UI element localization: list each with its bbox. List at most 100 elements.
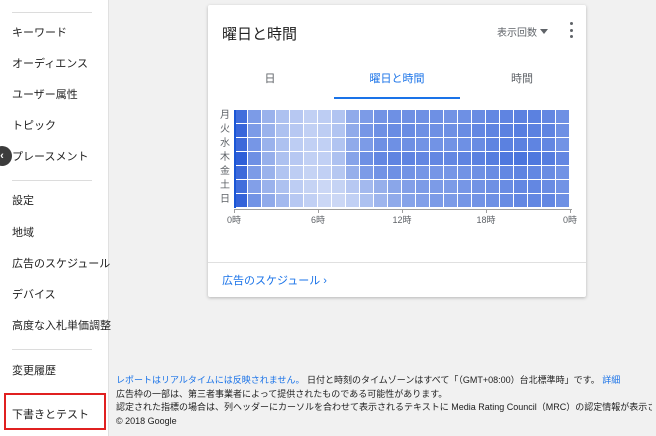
ad-schedule-link[interactable]: 広告のスケジュール › <box>222 272 327 288</box>
heatmap-cell[interactable] <box>472 180 485 193</box>
heatmap-cell[interactable] <box>514 152 527 165</box>
heatmap-cell[interactable] <box>416 166 429 179</box>
more-vert-icon[interactable] <box>566 22 576 38</box>
heatmap-cell[interactable] <box>290 194 303 207</box>
heatmap-cell[interactable] <box>262 166 275 179</box>
heatmap-cell[interactable] <box>444 194 457 207</box>
heatmap-cell[interactable] <box>318 166 331 179</box>
heatmap-cell[interactable] <box>388 138 401 151</box>
heatmap-cell[interactable] <box>416 180 429 193</box>
realtime-note-link[interactable]: レポートはリアルタイムには反映されません。 <box>116 375 304 385</box>
heatmap-cell[interactable] <box>528 166 541 179</box>
heatmap-cell[interactable] <box>556 194 569 207</box>
sidebar-item-locations[interactable]: 地域 <box>12 226 34 240</box>
heatmap-cell[interactable] <box>556 180 569 193</box>
heatmap-cell[interactable] <box>388 194 401 207</box>
heatmap-cell[interactable] <box>318 194 331 207</box>
heatmap-cell[interactable] <box>542 180 555 193</box>
heatmap-cell[interactable] <box>318 110 331 123</box>
heatmap-cell[interactable] <box>346 138 359 151</box>
heatmap-cell[interactable] <box>430 194 443 207</box>
heatmap-cell[interactable] <box>374 166 387 179</box>
heatmap-cell[interactable] <box>556 166 569 179</box>
heatmap-cell[interactable] <box>248 110 261 123</box>
heatmap-cell[interactable] <box>276 124 289 137</box>
sidebar-item-keywords[interactable]: キーワード <box>12 26 67 40</box>
heatmap-cell[interactable] <box>472 124 485 137</box>
tab-day[interactable]: 日 <box>220 67 320 99</box>
heatmap-cell[interactable] <box>542 124 555 137</box>
heatmap-cell[interactable] <box>262 194 275 207</box>
heatmap-cell[interactable] <box>514 166 527 179</box>
heatmap-cell[interactable] <box>500 138 513 151</box>
tab-hour[interactable]: 時間 <box>472 67 572 99</box>
heatmap-cell[interactable] <box>290 124 303 137</box>
heatmap-cell[interactable] <box>332 110 345 123</box>
heatmap-cell[interactable] <box>556 152 569 165</box>
sidebar-item-placements[interactable]: プレースメント <box>12 150 88 164</box>
sidebar-item-advanced-bid-adjustments[interactable]: 高度な入札単価調整 <box>12 319 111 333</box>
heatmap-cell[interactable] <box>486 110 499 123</box>
sidebar-item-audiences[interactable]: オーディエンス <box>12 57 88 71</box>
heatmap-cell[interactable] <box>458 152 471 165</box>
heatmap-cell[interactable] <box>360 110 373 123</box>
heatmap-cell[interactable] <box>486 166 499 179</box>
heatmap-cell[interactable] <box>318 152 331 165</box>
heatmap-cell[interactable] <box>360 152 373 165</box>
heatmap-cell[interactable] <box>486 124 499 137</box>
heatmap-cell[interactable] <box>346 152 359 165</box>
heatmap-cell[interactable] <box>318 180 331 193</box>
sidebar-item-topics[interactable]: トピック <box>12 119 56 133</box>
heatmap-cell[interactable] <box>374 180 387 193</box>
heatmap-cell[interactable] <box>262 138 275 151</box>
heatmap-cell[interactable] <box>248 152 261 165</box>
heatmap-cell[interactable] <box>528 110 541 123</box>
heatmap-cell[interactable] <box>402 194 415 207</box>
heatmap-cell[interactable] <box>346 180 359 193</box>
metric-dropdown[interactable]: 表示回数 <box>497 24 548 39</box>
heatmap-cell[interactable] <box>332 138 345 151</box>
heatmap-cell[interactable] <box>430 166 443 179</box>
heatmap-cell[interactable] <box>500 124 513 137</box>
heatmap-cell[interactable] <box>402 180 415 193</box>
heatmap-cell[interactable] <box>248 124 261 137</box>
heatmap-cell[interactable] <box>556 138 569 151</box>
heatmap-cell[interactable] <box>388 124 401 137</box>
heatmap-cell[interactable] <box>444 124 457 137</box>
heatmap-cell[interactable] <box>276 138 289 151</box>
heatmap-cell[interactable] <box>276 180 289 193</box>
heatmap-cell[interactable] <box>514 138 527 151</box>
heatmap-cell[interactable] <box>304 110 317 123</box>
heatmap-cell[interactable] <box>346 166 359 179</box>
heatmap-cell[interactable] <box>472 194 485 207</box>
heatmap-cell[interactable] <box>556 124 569 137</box>
heatmap-cell[interactable] <box>458 124 471 137</box>
heatmap-cell[interactable] <box>430 138 443 151</box>
heatmap-cell[interactable] <box>528 124 541 137</box>
heatmap-cell[interactable] <box>486 194 499 207</box>
heatmap-cell[interactable] <box>528 152 541 165</box>
sidebar-item-demographics[interactable]: ユーザー属性 <box>12 88 78 102</box>
heatmap-cell[interactable] <box>332 166 345 179</box>
heatmap-cell[interactable] <box>500 194 513 207</box>
heatmap-cell[interactable] <box>528 194 541 207</box>
heatmap-cell[interactable] <box>444 110 457 123</box>
heatmap-cell[interactable] <box>458 194 471 207</box>
heatmap-cell[interactable] <box>444 180 457 193</box>
heatmap-cell[interactable] <box>374 124 387 137</box>
heatmap-cell[interactable] <box>416 124 429 137</box>
heatmap-cell[interactable] <box>430 152 443 165</box>
heatmap-cell[interactable] <box>500 166 513 179</box>
heatmap-cell[interactable] <box>486 138 499 151</box>
heatmap-cell[interactable] <box>458 166 471 179</box>
heatmap-cell[interactable] <box>430 110 443 123</box>
heatmap-cell[interactable] <box>360 194 373 207</box>
heatmap-cell[interactable] <box>290 180 303 193</box>
heatmap-cell[interactable] <box>514 194 527 207</box>
heatmap-cell[interactable] <box>528 180 541 193</box>
heatmap-cell[interactable] <box>262 124 275 137</box>
heatmap-cell[interactable] <box>360 166 373 179</box>
heatmap-cell[interactable] <box>402 124 415 137</box>
sidebar-item-devices[interactable]: デバイス <box>12 288 56 302</box>
heatmap-cell[interactable] <box>374 110 387 123</box>
